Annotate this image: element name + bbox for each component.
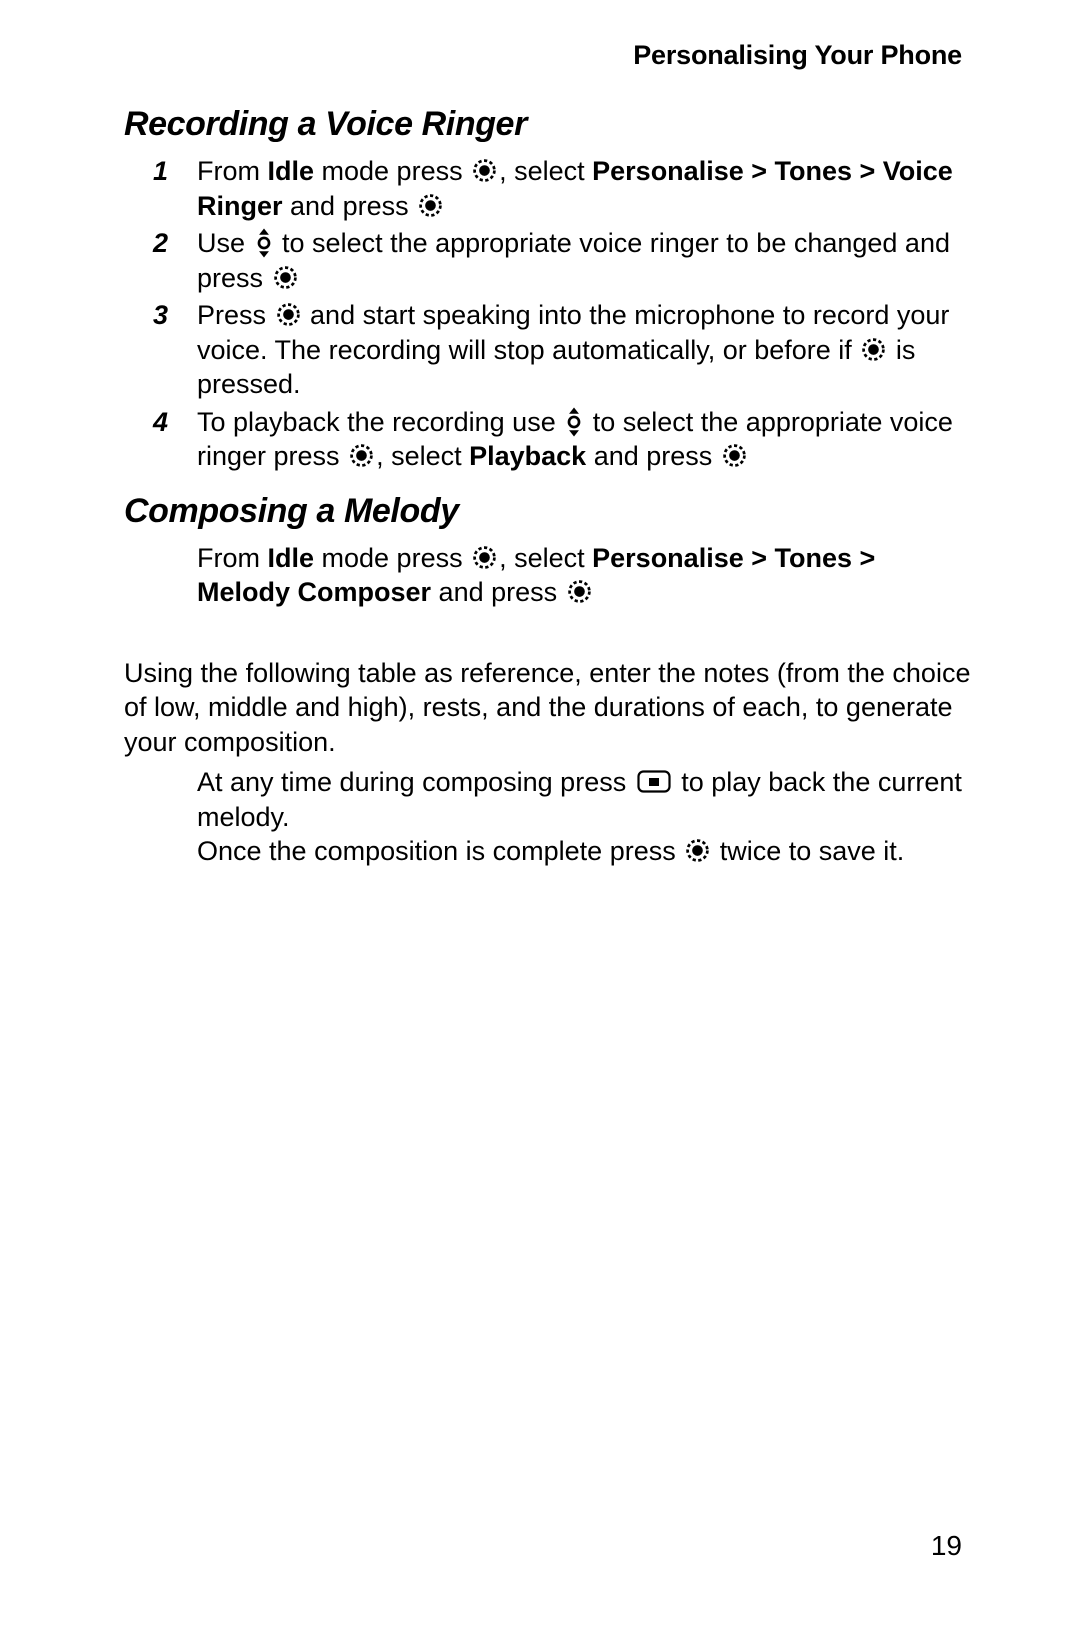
composing-a-melody-body: Using the following table as reference, … <box>124 657 971 757</box>
composing-note-save: Once the composition is complete press t… <box>197 836 905 867</box>
page-number: 19 <box>930 1530 962 1561</box>
list-item: 2 Use to select the appropriate voice ri… <box>124 226 974 295</box>
composing-a-melody-intro: From Idle mode press , select Personalis… <box>197 542 876 608</box>
section-heading-composing-a-melody: Composing a Melody <box>124 491 459 530</box>
up-down-key-icon <box>565 407 583 437</box>
select-key-icon <box>349 443 374 468</box>
select-key-icon <box>685 838 710 863</box>
select-key-icon <box>472 545 497 570</box>
select-key-icon <box>276 302 301 327</box>
page-content: Recording a Voice Ringer 1 From Idle mod… <box>124 104 974 869</box>
running-header: Personalising Your Phone <box>633 40 962 70</box>
select-key-icon <box>472 158 497 183</box>
emphasis-text: Idle <box>267 542 315 573</box>
select-key-icon <box>273 265 298 290</box>
select-key-icon <box>722 443 747 468</box>
select-key-icon <box>418 193 443 218</box>
step-text: Press and start speaking into the microp… <box>197 300 950 400</box>
list-item: 4 To playback the recording use to selec… <box>124 405 974 474</box>
steps-list-recording-a-voice-ringer: 1 From Idle mode press , select Personal… <box>124 154 974 474</box>
emphasis-text: Idle <box>267 156 315 187</box>
step-number: 1 <box>153 156 169 187</box>
manual-page: Personalising Your Phone Recording a Voi… <box>0 0 1080 1632</box>
composing-note-playback: At any time during composing press to pl… <box>197 767 962 832</box>
step-number: 2 <box>153 228 169 259</box>
select-key-icon <box>861 337 886 362</box>
list-item: 1 From Idle mode press , select Personal… <box>124 154 974 223</box>
select-key-icon <box>567 579 592 604</box>
emphasis-text: Playback <box>469 441 587 472</box>
up-down-key-icon <box>255 228 273 258</box>
section-heading-recording-a-voice-ringer: Recording a Voice Ringer <box>124 105 527 143</box>
step-text: From Idle mode press , select Personalis… <box>197 156 953 221</box>
step-number: 4 <box>153 406 169 437</box>
step-number: 3 <box>153 300 169 331</box>
list-item: 3 Press and start speaking into the micr… <box>124 298 974 402</box>
step-text: Use to select the appropriate voice ring… <box>197 228 950 293</box>
step-text: To playback the recording use to select … <box>197 406 953 472</box>
soft-key-icon <box>637 770 671 793</box>
